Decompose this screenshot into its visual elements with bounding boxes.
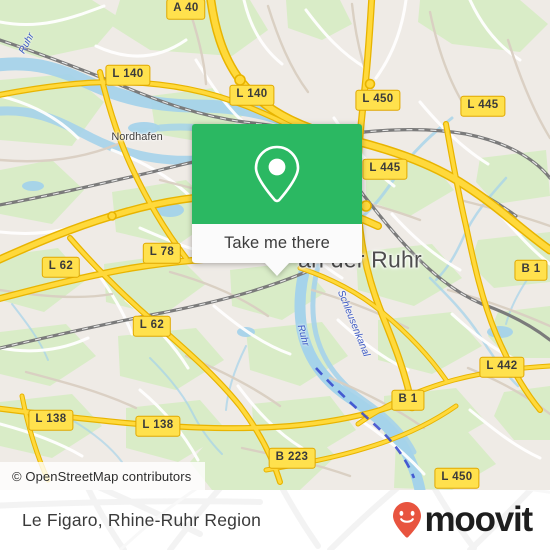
road-shield: L 78 <box>142 242 182 264</box>
road-shield: L 450 <box>434 467 480 489</box>
moovit-wordmark: moovit <box>424 499 533 539</box>
popup-cta[interactable]: Take me there <box>192 224 362 263</box>
road-shield: L 138 <box>28 409 74 431</box>
map-pin-icon <box>254 145 300 203</box>
moovit-location-card: Nordhafen an der Ruhr Ruhr Ruhr Schleuse… <box>0 0 550 550</box>
moovit-smiley-pin-icon <box>393 502 422 538</box>
popup-pointer-tail <box>264 262 290 276</box>
road-shield: L 140 <box>229 84 275 106</box>
road-shield: B 223 <box>268 447 316 469</box>
osm-attribution[interactable]: © OpenStreetMap contributors <box>0 462 206 490</box>
road-shield: B 1 <box>514 259 548 281</box>
road-shield: B 1 <box>391 389 425 411</box>
road-shield: L 62 <box>41 256 81 278</box>
footer-content: Le Figaro, Rhine-Ruhr Region moovit <box>0 490 550 550</box>
road-shield: L 445 <box>362 158 408 180</box>
footer-bar: Le Figaro, Rhine-Ruhr Region moovit <box>0 490 550 550</box>
take-me-there-popup[interactable]: Take me there <box>192 124 362 276</box>
location-title: Le Figaro, Rhine-Ruhr Region <box>22 509 262 530</box>
road-shield: L 445 <box>460 95 506 117</box>
road-shield: L 450 <box>355 89 401 111</box>
popup-cta-label: Take me there <box>224 234 330 252</box>
map-canvas[interactable]: Nordhafen an der Ruhr Ruhr Ruhr Schleuse… <box>0 0 550 490</box>
road-shield: L 140 <box>105 64 151 86</box>
popup-pin-panel <box>192 124 362 224</box>
road-shield: L 138 <box>135 415 181 437</box>
moovit-brand-logo[interactable]: moovit <box>392 499 533 539</box>
road-shield: L 442 <box>479 356 525 378</box>
road-shield: A 40 <box>166 0 206 20</box>
osm-attribution-text: © OpenStreetMap contributors <box>12 468 192 484</box>
road-shield: L 62 <box>132 315 172 337</box>
